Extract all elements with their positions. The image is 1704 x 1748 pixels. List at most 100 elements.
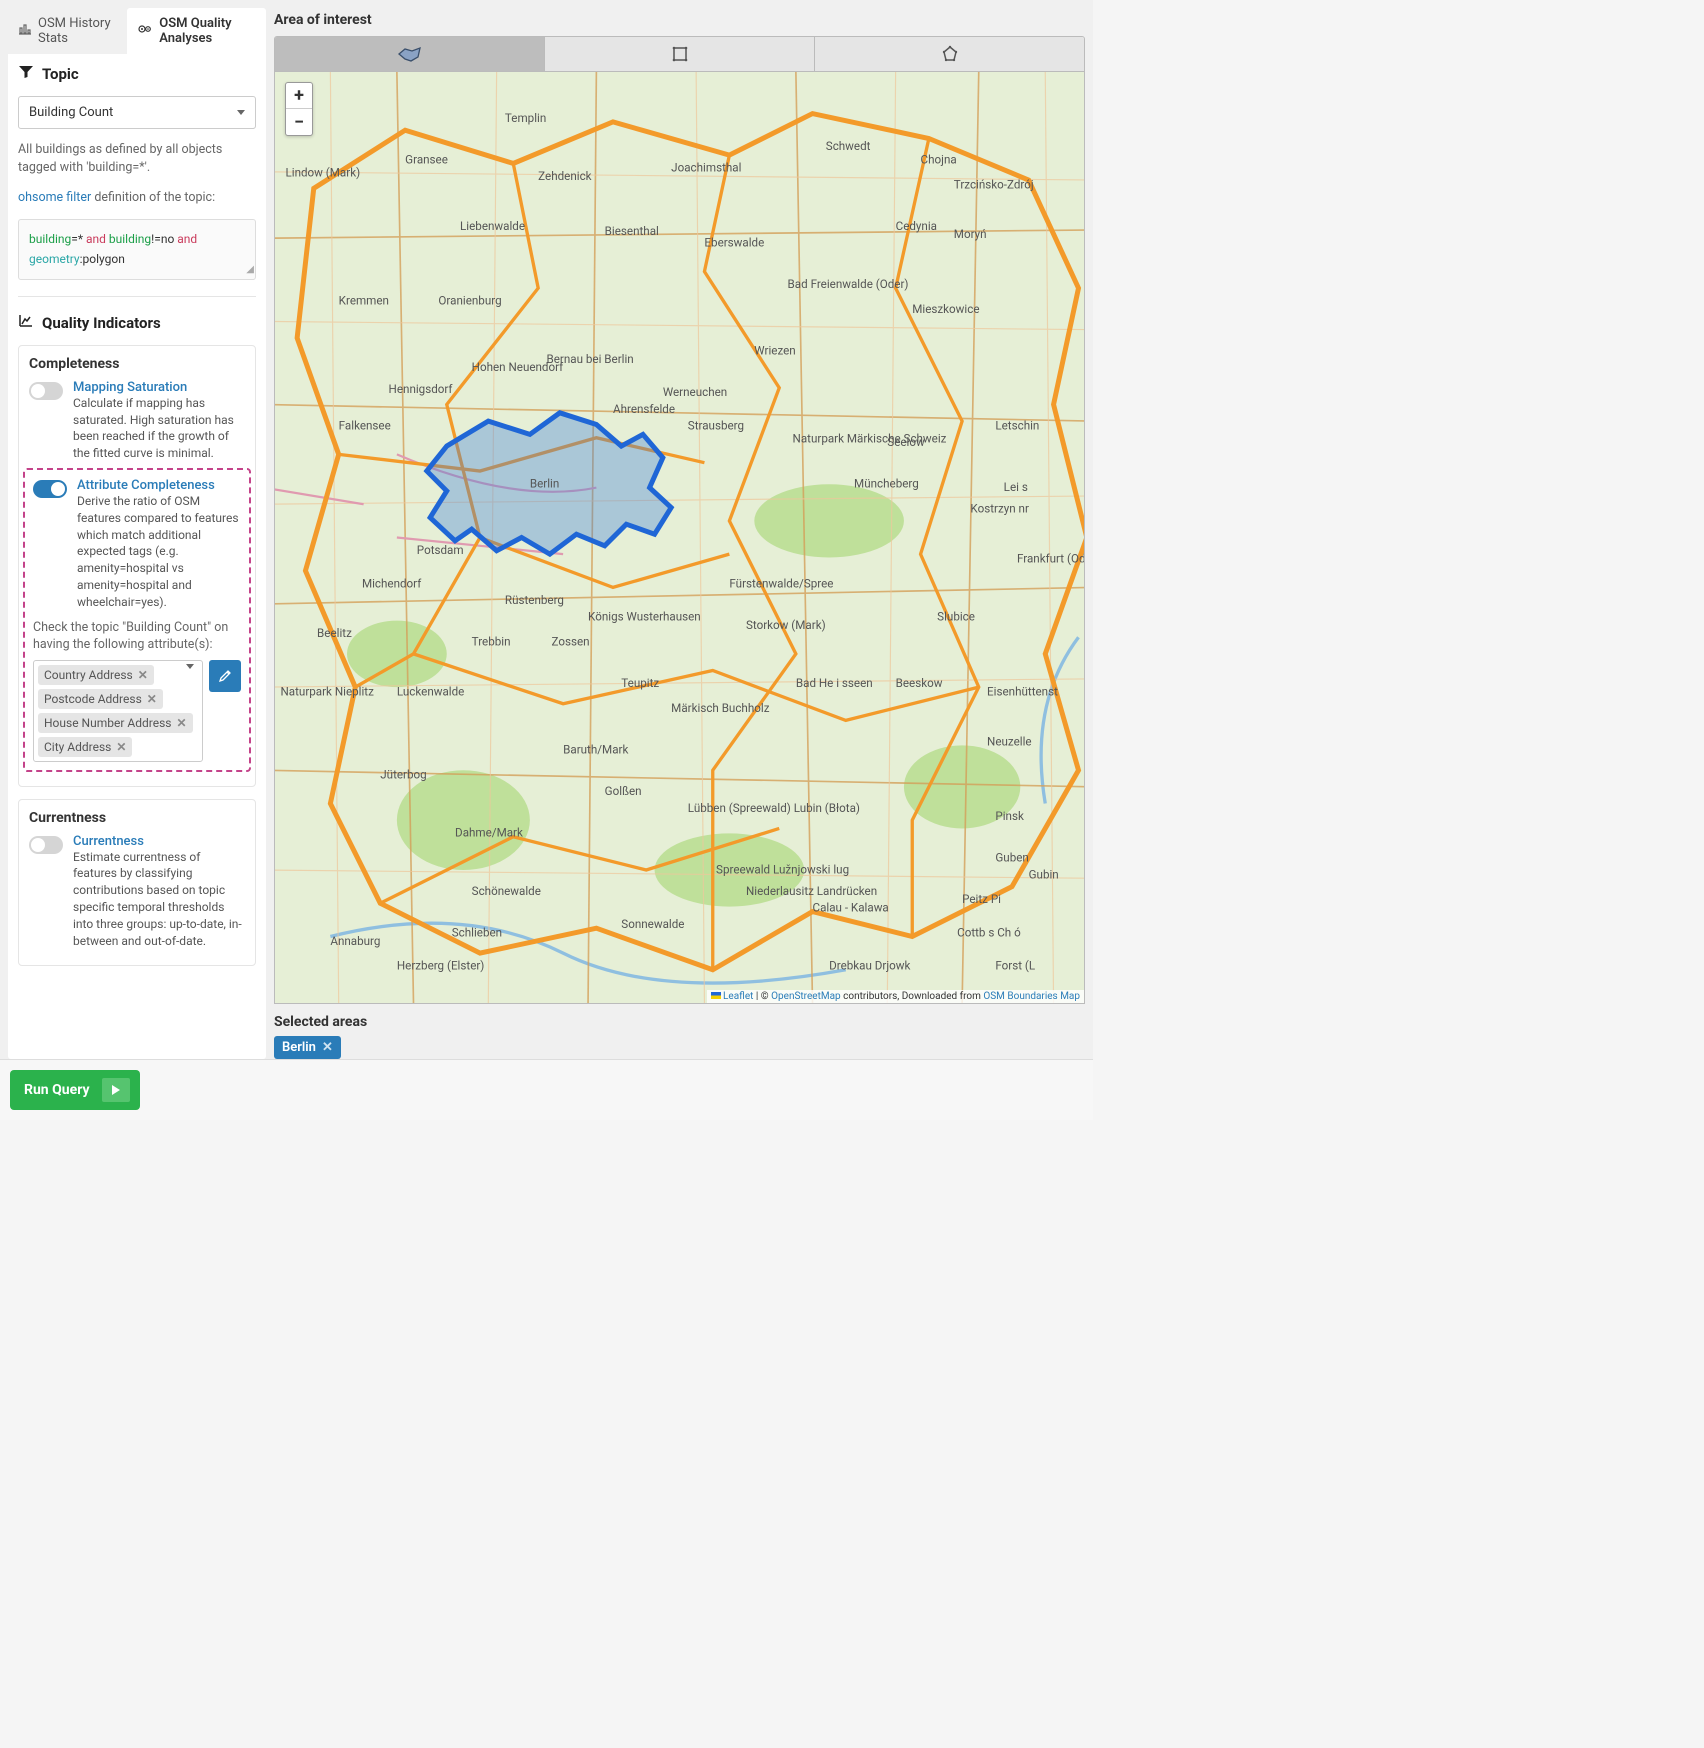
currentness-title: Currentness: [29, 810, 245, 826]
svg-text:Bad He i sseen: Bad He i sseen: [796, 676, 873, 690]
boundaries-link[interactable]: OSM Boundaries Map: [983, 991, 1080, 1002]
svg-text:Peitz Pi: Peitz Pi: [962, 892, 1001, 906]
attribute-completeness-highlight: Attribute Completeness Derive the ratio …: [23, 468, 251, 772]
svg-text:Bad Freienwalde (Oder): Bad Freienwalde (Oder): [788, 277, 909, 291]
attribute-completeness-toggle[interactable]: [33, 480, 67, 498]
aoi-title: Area of interest: [274, 8, 1085, 36]
tab-label: OSM History Stats: [38, 16, 117, 46]
osm-link[interactable]: OpenStreetMap: [771, 991, 841, 1002]
svg-text:Templin: Templin: [505, 111, 546, 125]
svg-text:Strausberg: Strausberg: [688, 418, 744, 432]
tab-history[interactable]: OSM History Stats: [8, 8, 127, 54]
svg-text:Schönewalde: Schönewalde: [472, 884, 541, 898]
map[interactable]: Berlin Potsdam Templin Gransee Zehdenick…: [274, 72, 1085, 1004]
svg-text:Niederlausitz Landrücken: Niederlausitz Landrücken: [746, 884, 877, 898]
rectangle-icon: [671, 45, 689, 63]
mapping-saturation-toggle[interactable]: [29, 382, 63, 400]
svg-text:Märkisch Buchholz: Märkisch Buchholz: [671, 701, 770, 715]
svg-text:Sonnewalde: Sonnewalde: [621, 917, 684, 931]
zoom-control: + −: [285, 82, 313, 136]
svg-text:Liebenwalde: Liebenwalde: [460, 219, 525, 233]
svg-text:Biesenthal: Biesenthal: [605, 224, 659, 238]
footer: Run Query: [0, 1059, 1093, 1120]
svg-text:Moryń: Moryń: [954, 227, 987, 241]
topic-select[interactable]: Building Count: [18, 96, 256, 129]
zoom-out-button[interactable]: −: [286, 109, 312, 135]
sidebar: OSM History Stats OSM Quality Analyses T…: [8, 8, 266, 1059]
indicator-title[interactable]: Mapping Saturation: [73, 380, 245, 395]
polygon-icon: [941, 45, 959, 63]
svg-text:Golßen: Golßen: [605, 784, 642, 798]
svg-text:Cottb s Ch ó: Cottb s Ch ó: [957, 925, 1021, 939]
svg-text:Guben: Guben: [995, 851, 1028, 865]
svg-text:Teupitz: Teupitz: [621, 676, 659, 690]
svg-text:Kremmen: Kremmen: [339, 294, 389, 308]
selected-areas-title: Selected areas: [274, 1004, 1085, 1036]
currentness-toggle[interactable]: [29, 836, 63, 854]
indicator-title[interactable]: Attribute Completeness: [77, 478, 241, 493]
map-mode-region[interactable]: [275, 37, 545, 71]
chip-remove-icon[interactable]: ✕: [147, 692, 157, 706]
indicator-desc: Derive the ratio of OSM features compare…: [77, 493, 241, 611]
svg-text:Lei s: Lei s: [1004, 480, 1028, 494]
indicator-body: Attribute Completeness Derive the ratio …: [77, 478, 241, 611]
map-mode-rectangle[interactable]: [545, 37, 815, 71]
completeness-panel: Completeness Mapping Saturation Calculat…: [18, 345, 256, 787]
svg-text:Kostrzyn nr: Kostrzyn nr: [970, 502, 1029, 516]
indicator-body: Currentness Estimate currentness of feat…: [73, 834, 245, 950]
tab-quality[interactable]: OSM Quality Analyses: [127, 8, 266, 54]
content: Area of interest: [274, 8, 1085, 1059]
edit-attributes-button[interactable]: [209, 660, 241, 692]
svg-text:Mieszkowice: Mieszkowice: [912, 302, 979, 316]
svg-text:Trzcińsko-Zdrój: Trzcińsko-Zdrój: [954, 177, 1034, 191]
svg-text:Gransee: Gransee: [405, 152, 448, 166]
tab-label: OSM Quality Analyses: [159, 16, 256, 46]
ohsome-filter-link[interactable]: ohsome filter: [18, 190, 91, 205]
svg-text:Gubin: Gubin: [1029, 867, 1059, 881]
indicator-desc: Calculate if mapping has saturated. High…: [73, 395, 245, 462]
selected-area-chip: Berlin ✕: [274, 1036, 341, 1059]
chart-bar-icon: [18, 23, 32, 39]
indicator-title[interactable]: Currentness: [73, 834, 245, 849]
divider: [18, 296, 256, 297]
svg-text:Potsdam: Potsdam: [417, 543, 464, 557]
region-shape-icon: [396, 45, 424, 63]
svg-text:Pinsk: Pinsk: [995, 809, 1024, 823]
zoom-in-button[interactable]: +: [286, 83, 312, 109]
attribute-chip: City Address✕: [38, 737, 132, 757]
run-query-button[interactable]: Run Query: [10, 1070, 140, 1110]
map-mode-polygon[interactable]: [815, 37, 1084, 71]
mapping-saturation-indicator: Mapping Saturation Calculate if mapping …: [29, 380, 245, 462]
chip-remove-icon[interactable]: ✕: [116, 740, 126, 754]
svg-text:Spreewald Lužnjowski lug: Spreewald Lužnjowski lug: [716, 862, 849, 876]
area-remove-icon[interactable]: ✕: [322, 1040, 333, 1055]
indicator-body: Mapping Saturation Calculate if mapping …: [73, 380, 245, 462]
chip-remove-icon[interactable]: ✕: [176, 716, 186, 730]
svg-text:Forst (L: Forst (L: [995, 959, 1035, 973]
chevron-down-icon[interactable]: [186, 665, 198, 685]
svg-text:Trebbin: Trebbin: [472, 635, 511, 649]
chip-remove-icon[interactable]: ✕: [138, 668, 148, 682]
svg-text:Herzberg (Elster): Herzberg (Elster): [397, 959, 484, 973]
attribute-chip: House Number Address✕: [38, 713, 193, 733]
filter-def-line: ohsome filter definition of the topic:: [18, 189, 256, 207]
svg-text:Schlieben: Schlieben: [452, 925, 502, 939]
map-attribution: Leaflet | © OpenStreetMap contributors, …: [707, 990, 1084, 1003]
leaflet-link[interactable]: Leaflet: [723, 991, 753, 1002]
attribute-prompt: Check the topic "Building Count" on havi…: [33, 619, 241, 654]
resize-handle-icon[interactable]: ◢: [246, 262, 254, 278]
attribute-select[interactable]: Country Address✕ Postcode Address✕ House…: [33, 660, 203, 762]
main: OSM History Stats OSM Quality Analyses T…: [0, 0, 1093, 1059]
svg-text:Lindow (Mark): Lindow (Mark): [285, 166, 360, 180]
chart-line-icon: [18, 313, 34, 333]
topic-title: Topic: [18, 64, 256, 84]
filter-code[interactable]: building=* and building!=no andgeometry:…: [18, 219, 256, 279]
svg-text:Jüterbog: Jüterbog: [380, 768, 426, 782]
svg-text:Frankfurt (Oder): Frankfurt (Oder): [1017, 551, 1084, 565]
filter-icon: [18, 64, 34, 84]
currentness-indicator: Currentness Estimate currentness of feat…: [29, 834, 245, 950]
svg-text:Zossen: Zossen: [551, 635, 589, 649]
svg-text:Cedynia: Cedynia: [896, 219, 937, 233]
app: OSM History Stats OSM Quality Analyses T…: [0, 0, 1093, 1120]
topic-desc: All buildings as defined by all objects …: [18, 141, 256, 177]
